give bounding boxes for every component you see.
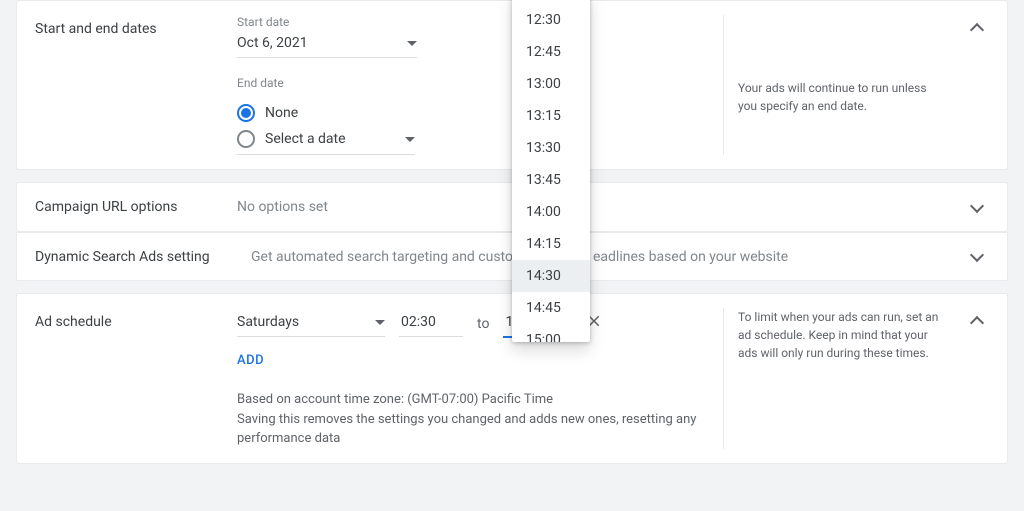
time-option[interactable]: 12:45 bbox=[512, 36, 590, 68]
schedule-note-2: Saving this removes the settings you cha… bbox=[237, 410, 723, 449]
section-title-dsa: Dynamic Search Ads setting bbox=[35, 249, 251, 265]
time-option[interactable]: 14:45 bbox=[512, 292, 590, 324]
chevron-down-icon bbox=[405, 137, 415, 142]
end-date-none-radio[interactable]: None bbox=[237, 104, 723, 122]
time-option[interactable]: 13:45 bbox=[512, 164, 590, 196]
time-option[interactable]: 14:30 bbox=[512, 260, 590, 292]
collapse-icon[interactable] bbox=[970, 23, 984, 37]
time-option[interactable]: 14:00 bbox=[512, 196, 590, 228]
start-date-value: Oct 6, 2021 bbox=[237, 35, 308, 51]
section-title-ad-schedule: Ad schedule bbox=[35, 308, 237, 330]
end-date-select-label: Select a date bbox=[265, 131, 395, 147]
add-schedule-button[interactable]: ADD bbox=[237, 353, 264, 368]
end-date-select-wrap[interactable]: Select a date bbox=[237, 130, 415, 155]
schedule-help-text: To limit when your ads can run, set an a… bbox=[738, 308, 939, 362]
time-option[interactable]: 13:00 bbox=[512, 68, 590, 100]
dsa-value-b: eadlines based on your website bbox=[593, 249, 788, 265]
radio-icon bbox=[237, 130, 255, 148]
expand-icon[interactable] bbox=[970, 248, 984, 262]
chevron-down-icon bbox=[407, 41, 417, 46]
section-title-start-end: Start and end dates bbox=[35, 15, 237, 37]
start-end-help-text: Your ads will continue to run unless you… bbox=[738, 81, 927, 113]
time-option[interactable]: 14:15 bbox=[512, 228, 590, 260]
dsa-value-a: Get automated search targeting and custo bbox=[251, 249, 513, 265]
end-date-none-label: None bbox=[265, 105, 298, 121]
url-options-value: No options set bbox=[237, 199, 723, 215]
time-option[interactable]: 13:15 bbox=[512, 100, 590, 132]
end-date-label: End date bbox=[237, 76, 723, 90]
schedule-day-value: Saturdays bbox=[237, 314, 299, 330]
schedule-from-input[interactable] bbox=[399, 310, 463, 337]
schedule-note-1: Based on account time zone: (GMT-07:00) … bbox=[237, 390, 723, 410]
schedule-day-select[interactable]: Saturdays bbox=[237, 310, 385, 337]
chevron-down-icon bbox=[375, 320, 385, 325]
time-option[interactable]: 13:30 bbox=[512, 132, 590, 164]
radio-icon bbox=[237, 104, 255, 122]
time-option[interactable]: 12:30 bbox=[512, 4, 590, 36]
start-date-select[interactable]: Oct 6, 2021 bbox=[237, 31, 417, 58]
time-dropdown[interactable]: 12:1512:3012:4513:0013:1513:3013:4514:00… bbox=[512, 0, 590, 342]
expand-icon[interactable] bbox=[970, 198, 984, 212]
collapse-icon[interactable] bbox=[970, 316, 984, 330]
schedule-to-label: to bbox=[477, 316, 489, 332]
start-date-label: Start date bbox=[237, 15, 723, 29]
section-title-url-options: Campaign URL options bbox=[35, 199, 237, 215]
time-option[interactable]: 15:00 bbox=[512, 324, 590, 342]
